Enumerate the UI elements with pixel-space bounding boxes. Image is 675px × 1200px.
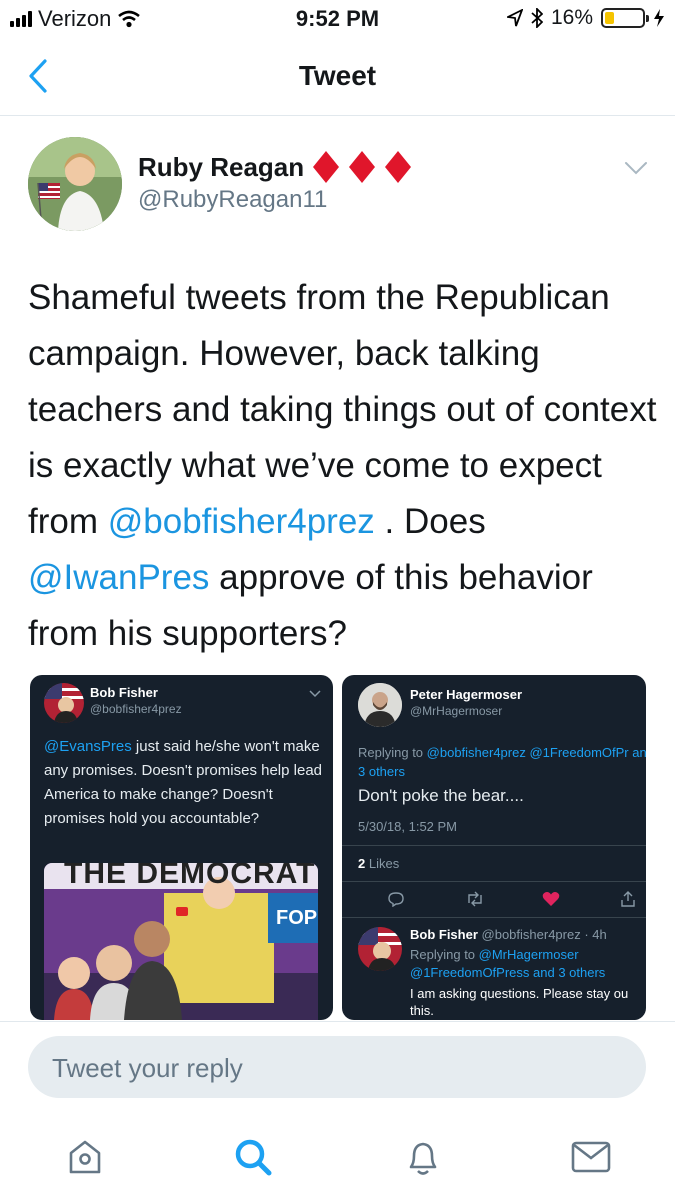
embedded-avatar (358, 683, 402, 727)
mention-link[interactable]: @bobfisher4prez (108, 502, 375, 541)
status-bar: Verizon 9:52 PM 16% (0, 0, 675, 40)
reply-icon (388, 892, 404, 907)
embedded-photo: THE DEMOCRAT FOP (44, 863, 318, 1020)
tab-search[interactable] (228, 1132, 278, 1182)
share-icon (621, 891, 635, 907)
embedded-mention: @EvansPres (44, 738, 132, 755)
mention-link[interactable]: @IwanPres (28, 558, 209, 597)
tweet-media-image-1[interactable]: Bob Fisher @bobfisher4prez @EvansPres ju… (30, 675, 333, 1020)
embedded-photo-banner: THE DEMOCRAT (64, 863, 316, 890)
display-name-text: Ruby Reagan (138, 151, 305, 182)
embedded-divider (342, 917, 646, 918)
embedded-timestamp: 5/30/18, 1:52 PM (358, 819, 458, 834)
battery-percent: 16% (550, 6, 593, 29)
embedded-likes: 2 Likes (358, 856, 399, 871)
notifications-icon (409, 1142, 437, 1175)
heart-icon (542, 892, 560, 906)
avatar[interactable] (28, 137, 122, 231)
embedded-reply-header: Bob Fisher @bobfisher4prez · 4h (410, 927, 607, 942)
embedded-reply-name: Bob Fisher (410, 927, 478, 942)
battery-icon (601, 8, 649, 28)
embedded-avatar (44, 683, 84, 723)
embedded-replying-label: Replying to (358, 745, 427, 760)
embedded-reply-text: I am asking questions. Please stay ou th… (410, 986, 629, 1018)
tweet-text: Shameful tweets from the Republican camp… (28, 270, 658, 662)
red-diamond-icon (313, 151, 340, 183)
embedded-replying: Replying to @bobfisher4prez @1FreedomOfP… (358, 743, 646, 781)
reply-placeholder: Tweet your reply (52, 1053, 243, 1083)
bluetooth-icon (531, 8, 543, 28)
embedded-handle: @MrHagermoser (410, 704, 503, 718)
embedded-divider (342, 845, 646, 846)
embedded-replying-label: Replying to (410, 947, 479, 962)
reply-input[interactable]: Tweet your reply (28, 1036, 646, 1098)
embedded-reply-replying: Replying to @MrHagermoser @1FreedomOfPre… (410, 946, 640, 982)
embedded-divider (342, 881, 646, 882)
tweet-options-button[interactable] (623, 158, 649, 178)
embedded-avatar (358, 927, 402, 971)
retweet-icon (468, 891, 482, 907)
divider (0, 1021, 675, 1022)
messages-icon (571, 1141, 611, 1173)
tab-notifications[interactable] (398, 1132, 448, 1182)
charging-bolt-icon (654, 9, 664, 27)
diamond-emoji-group (312, 150, 412, 184)
avatar-photo (28, 137, 122, 231)
tab-bar (0, 1118, 675, 1200)
display-name[interactable]: Ruby Reagan (138, 150, 412, 184)
red-diamond-icon (349, 151, 376, 183)
status-right: 16% (506, 6, 665, 30)
tab-messages[interactable] (566, 1132, 616, 1182)
embedded-handle: @bobfisher4prez (90, 702, 182, 716)
page-title: Tweet (298, 60, 377, 91)
embedded-photo-badge: FOP (276, 907, 318, 929)
location-arrow-icon (506, 9, 523, 27)
embedded-name: Bob Fisher (90, 685, 158, 700)
tab-home[interactable] (60, 1132, 110, 1182)
home-icon (69, 1140, 101, 1174)
user-handle[interactable]: @RubyReagan11 (138, 186, 327, 214)
tweet-media-image-2[interactable]: Peter Hagermoser @MrHagermoser Replying … (342, 675, 646, 1020)
search-icon (235, 1139, 272, 1176)
embedded-likes-label: Likes (365, 856, 400, 871)
chevron-down-icon (625, 162, 647, 175)
embedded-name: Peter Hagermoser (410, 687, 522, 702)
chevron-down-icon (309, 690, 321, 698)
embedded-tweet-text: @EvansPres just said he/she won't make a… (44, 735, 324, 831)
nav-bar: Tweet (0, 40, 675, 116)
red-diamond-icon (385, 151, 412, 183)
embedded-tweet-text: Don't poke the bear.... (358, 786, 524, 805)
embedded-reply-meta: @bobfisher4prez · 4h (477, 927, 607, 942)
tweet-text-part: . Does (374, 502, 486, 541)
